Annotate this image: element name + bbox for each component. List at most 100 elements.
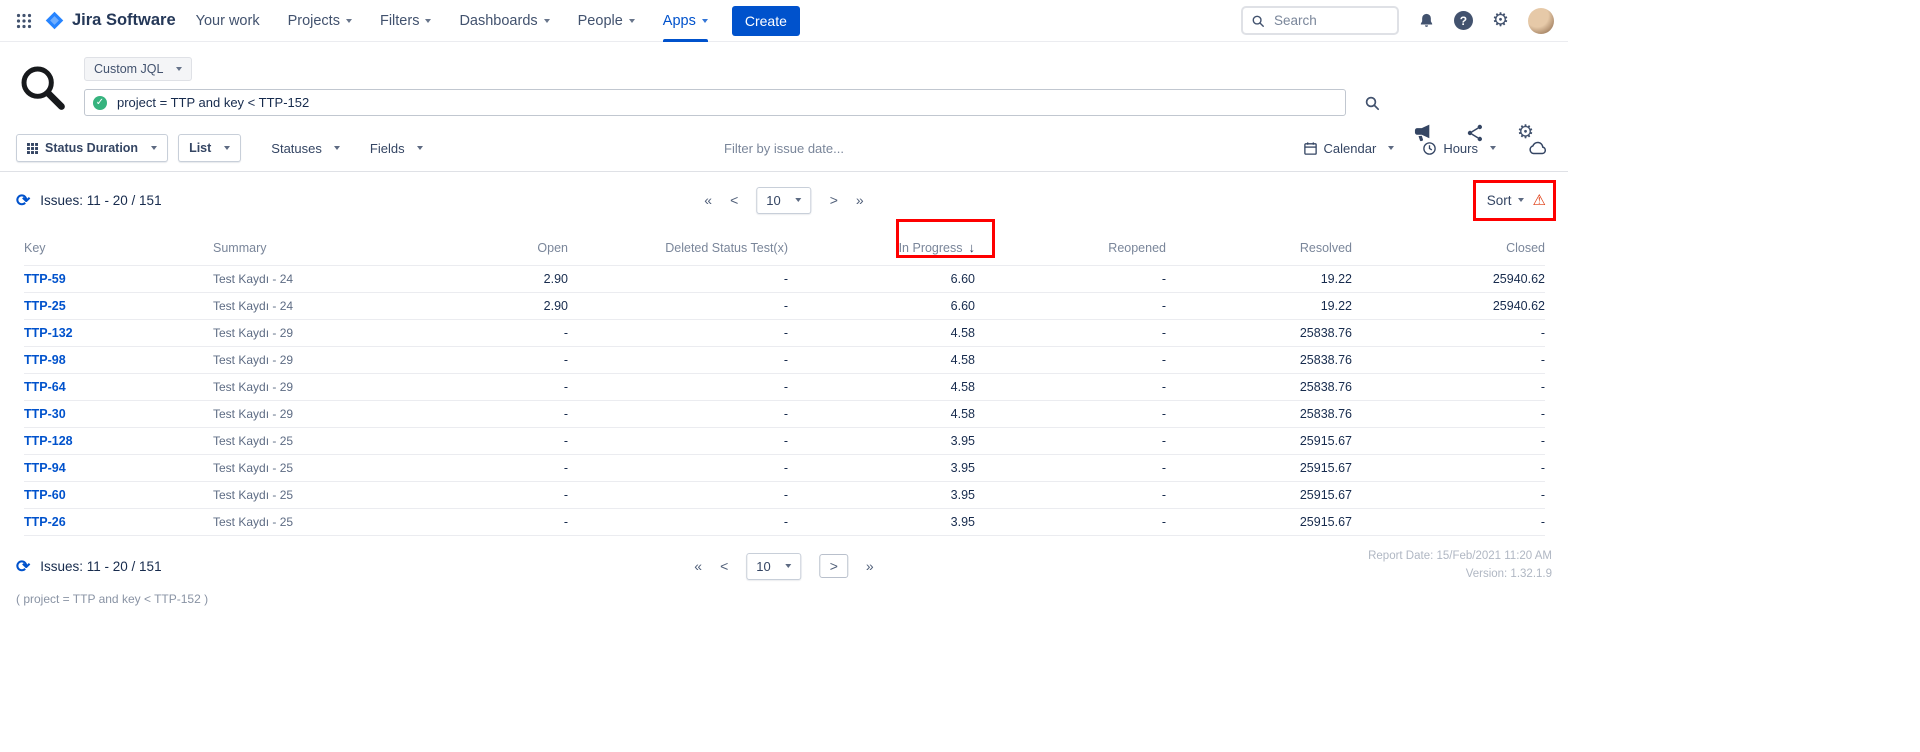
- nav-left: Jira Software Your work Projects Filters…: [12, 0, 800, 42]
- cell-deleted-status-test: -: [568, 374, 788, 401]
- cell-resolved: 25915.67: [1166, 455, 1352, 482]
- column-header-closed[interactable]: Closed: [1352, 228, 1545, 266]
- prev-page-button[interactable]: <: [720, 558, 728, 574]
- chevron-down-icon: [1490, 146, 1496, 150]
- issue-summary: Test Kaydı - 29: [213, 401, 443, 428]
- prev-page-button[interactable]: <: [730, 192, 738, 208]
- issue-summary: Test Kaydı - 29: [213, 374, 443, 401]
- cell-closed: -: [1352, 374, 1545, 401]
- jql-submit-search-icon[interactable]: [1360, 91, 1384, 115]
- next-page-button[interactable]: >: [820, 554, 848, 578]
- view-type-button[interactable]: Status Duration: [16, 134, 168, 162]
- cell-deleted-status-test: -: [568, 347, 788, 374]
- report-info: Report Date: 15/Feb/2021 11:20 AM Versio…: [1368, 548, 1552, 584]
- statuses-dropdown[interactable]: Statuses: [271, 141, 340, 156]
- first-page-button[interactable]: «: [704, 192, 712, 208]
- hours-dropdown[interactable]: Hours: [1422, 141, 1496, 156]
- next-page-button[interactable]: >: [830, 192, 838, 208]
- nav-item-apps[interactable]: Apps: [663, 0, 708, 42]
- issue-key-link[interactable]: TTP-94: [24, 461, 66, 475]
- help-icon[interactable]: ?: [1454, 11, 1473, 30]
- cell-open: -: [443, 347, 568, 374]
- create-button[interactable]: Create: [732, 6, 800, 36]
- calendar-icon: [1303, 141, 1318, 156]
- cell-open: -: [443, 401, 568, 428]
- cell-deleted-status-test: -: [568, 482, 788, 509]
- last-page-button[interactable]: »: [866, 558, 874, 574]
- global-search-input[interactable]: [1272, 12, 1384, 29]
- toolbar-divider: [0, 171, 1568, 172]
- fields-dropdown[interactable]: Fields: [370, 141, 423, 156]
- issue-key-link[interactable]: TTP-64: [24, 380, 66, 394]
- column-header-deleted-status-test[interactable]: Deleted Status Test(x): [568, 228, 788, 266]
- cell-closed: -: [1352, 455, 1545, 482]
- last-page-button[interactable]: »: [856, 192, 864, 208]
- user-avatar[interactable]: [1528, 8, 1554, 34]
- issue-key-link[interactable]: TTP-26: [24, 515, 66, 529]
- notifications-bell-icon[interactable]: [1414, 8, 1439, 33]
- issues-count-label: Issues: 11 - 20 / 151: [40, 559, 161, 574]
- refresh-icon[interactable]: ⟳: [16, 558, 30, 575]
- issues-table-body: TTP-59 Test Kaydı - 24 2.90 - 6.60 - 19.…: [24, 266, 1545, 536]
- issues-table-wrap: Key Summary Open Deleted Status Test(x) …: [24, 228, 1568, 536]
- cell-reopened: -: [975, 320, 1166, 347]
- jira-brand[interactable]: Jira Software: [44, 10, 176, 31]
- report-date: Report Date: 15/Feb/2021 11:20 AM: [1368, 548, 1552, 566]
- issue-key-link[interactable]: TTP-59: [24, 272, 66, 286]
- cell-open: -: [443, 482, 568, 509]
- nav-item-dashboards[interactable]: Dashboards: [459, 0, 549, 42]
- nav-item-projects[interactable]: Projects: [288, 0, 352, 42]
- issue-key-link[interactable]: TTP-128: [24, 434, 73, 448]
- cell-resolved: 25838.76: [1166, 374, 1352, 401]
- chevron-down-icon: [1518, 198, 1524, 202]
- nav-item-filters[interactable]: Filters: [380, 0, 431, 42]
- global-search[interactable]: [1241, 6, 1399, 35]
- pagination-top: « < 10 > »: [704, 187, 863, 214]
- cell-reopened: -: [975, 347, 1166, 374]
- big-search-icon: [16, 61, 68, 113]
- nav-item-people[interactable]: People: [578, 0, 635, 42]
- first-page-button[interactable]: «: [694, 558, 702, 574]
- issue-summary: Test Kaydı - 24: [213, 266, 443, 293]
- column-header-open[interactable]: Open: [443, 228, 568, 266]
- issue-key-link[interactable]: TTP-60: [24, 488, 66, 502]
- jql-query-input[interactable]: [115, 94, 1337, 111]
- nav-item-your-work[interactable]: Your work: [196, 0, 260, 42]
- list-view-button[interactable]: List: [178, 134, 241, 162]
- page-size-select[interactable]: 10: [756, 187, 811, 214]
- cell-in-progress: 3.95: [788, 428, 975, 455]
- sort-warning-icon[interactable]: ⚠: [1533, 193, 1546, 208]
- column-header-reopened[interactable]: Reopened: [975, 228, 1166, 266]
- column-header-summary[interactable]: Summary: [213, 228, 443, 266]
- column-header-in-progress[interactable]: In Progress ↓: [788, 228, 975, 266]
- column-header-key[interactable]: Key: [24, 228, 213, 266]
- refresh-icon[interactable]: ⟳: [16, 192, 30, 209]
- issue-key-link[interactable]: TTP-98: [24, 353, 66, 367]
- settings-gear-icon[interactable]: ⚙: [1488, 7, 1513, 34]
- page-size-select[interactable]: 10: [746, 553, 801, 580]
- issue-date-filter-input[interactable]: [669, 140, 899, 157]
- issue-key-link[interactable]: TTP-30: [24, 407, 66, 421]
- column-header-resolved[interactable]: Resolved: [1166, 228, 1352, 266]
- export-cloud-icon[interactable]: [1524, 136, 1552, 160]
- table-row: TTP-98 Test Kaydı - 29 - - 4.58 - 25838.…: [24, 347, 1545, 374]
- cell-reopened: -: [975, 266, 1166, 293]
- cell-deleted-status-test: -: [568, 266, 788, 293]
- issue-key-link[interactable]: TTP-132: [24, 326, 73, 340]
- chevron-down-icon: [176, 67, 182, 71]
- cell-closed: 25940.62: [1352, 266, 1545, 293]
- jql-mode-button[interactable]: Custom JQL: [84, 57, 192, 81]
- sort-dropdown[interactable]: Sort: [1487, 193, 1524, 208]
- app-switcher-icon[interactable]: [12, 9, 36, 33]
- cell-in-progress: 4.58: [788, 374, 975, 401]
- jql-query-field[interactable]: ✓: [84, 89, 1346, 116]
- cell-deleted-status-test: -: [568, 428, 788, 455]
- cell-reopened: -: [975, 455, 1166, 482]
- calendar-dropdown[interactable]: Calendar: [1303, 141, 1395, 156]
- chevron-down-icon: [334, 146, 340, 150]
- table-row: TTP-26 Test Kaydı - 25 - - 3.95 - 25915.…: [24, 509, 1545, 536]
- table-row: TTP-60 Test Kaydı - 25 - - 3.95 - 25915.…: [24, 482, 1545, 509]
- chevron-down-icon: [1388, 146, 1394, 150]
- issue-key-link[interactable]: TTP-25: [24, 299, 66, 313]
- cell-in-progress: 4.58: [788, 401, 975, 428]
